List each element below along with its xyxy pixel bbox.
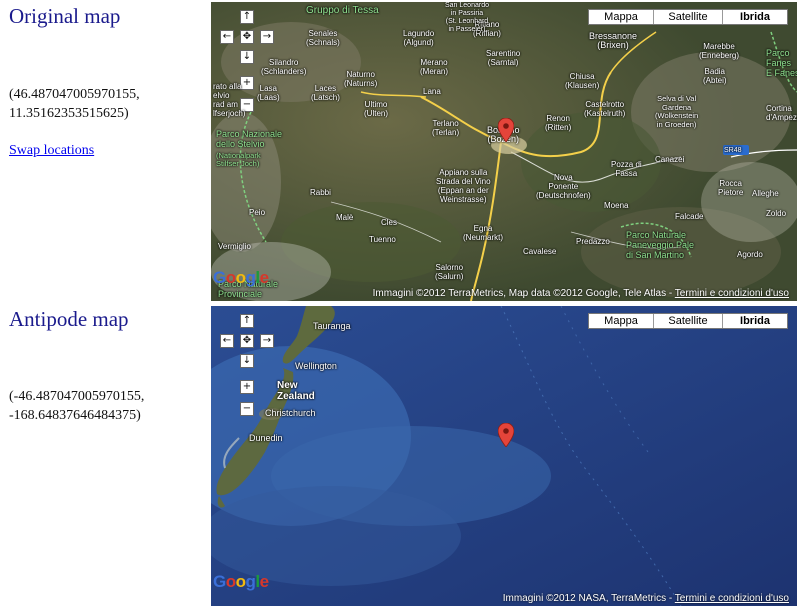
map-label: Predazzo bbox=[576, 237, 610, 246]
map-label: Senales (Schnals) bbox=[306, 29, 340, 47]
zoom-out-button[interactable]: − bbox=[240, 402, 254, 416]
map-label: Egna (Neumarkt) bbox=[463, 224, 504, 242]
map-label: Christchurch bbox=[265, 408, 316, 418]
map-label: Naturno (Naturns) bbox=[344, 70, 378, 88]
map-label: Gruppo di Tessa bbox=[306, 5, 379, 16]
map-label: Salorno (Salurn) bbox=[435, 263, 464, 281]
map-label: Lana bbox=[423, 87, 441, 96]
map-label: Bressanone (Brixen) bbox=[589, 31, 638, 50]
original-map-title: Original map bbox=[9, 4, 121, 28]
map-type-mappa[interactable]: Mappa bbox=[589, 314, 653, 328]
pan-down-button[interactable]: ↓ bbox=[240, 50, 254, 64]
map-label: Lagundo (Algund) bbox=[403, 29, 435, 47]
map-type-satellite[interactable]: Satellite bbox=[653, 314, 722, 328]
map-label: Merano (Meran) bbox=[420, 58, 449, 76]
map-type-mappa[interactable]: Mappa bbox=[589, 10, 653, 24]
map-attribution: Immagini ©2012 TerraMetrics, Map data ©2… bbox=[372, 288, 789, 299]
map-type-satellite[interactable]: Satellite bbox=[653, 10, 722, 24]
google-logo[interactable]: Google bbox=[213, 572, 269, 592]
map-label: Badia (Abtei) bbox=[703, 67, 727, 85]
map-label: Tauranga bbox=[313, 321, 351, 331]
map-label: Ultimo (Ulten) bbox=[364, 100, 389, 118]
google-logo[interactable]: Google bbox=[213, 268, 269, 288]
pan-left-button[interactable]: ← bbox=[220, 30, 234, 44]
map-label: Falcade bbox=[675, 212, 704, 221]
map-label: Vermiglio bbox=[218, 242, 251, 251]
map-label: Selva di Val Gardena (Wolkenstein in Gro… bbox=[655, 94, 699, 129]
map-label: Zoldo bbox=[766, 209, 787, 218]
map-label: Alleghe bbox=[752, 189, 779, 198]
map-label: San Leonardo in Passiria (St. Leonhard i… bbox=[445, 2, 489, 33]
pan-right-button[interactable]: → bbox=[260, 30, 274, 44]
map-label: Malè bbox=[336, 213, 354, 222]
map-label: Canazei bbox=[655, 155, 685, 164]
map-label: Wellington bbox=[295, 361, 337, 371]
map-label: Lasa (Laas) bbox=[257, 84, 280, 102]
map-label: Terlano (Terlan) bbox=[432, 119, 460, 137]
map-label: Moena bbox=[604, 201, 629, 210]
map-label: New Zealand bbox=[277, 380, 315, 402]
swap-locations-link[interactable]: Swap locations bbox=[9, 143, 94, 158]
antipode-panel: Antipode map (-46.487047005970155, -168.… bbox=[9, 306, 204, 425]
map-label: Cles bbox=[381, 218, 398, 227]
location-marker-icon[interactable] bbox=[498, 118, 514, 142]
original-map[interactable]: ↑ ← ✥ → ↓ + − Mappa Satellite Ibrida Gru… bbox=[211, 2, 797, 301]
map-label: Rabbi bbox=[310, 188, 331, 197]
map-label: Parco Nazionale dello Stelvio bbox=[216, 129, 283, 149]
map-label: Parco Naturale Paneveggio Pale di San Ma… bbox=[626, 230, 695, 260]
terms-link[interactable]: Termini e condizioni d'uso bbox=[675, 593, 789, 604]
location-marker-icon[interactable] bbox=[498, 423, 514, 447]
pan-center-button[interactable]: ✥ bbox=[240, 30, 254, 44]
map-label: rato alla elvio rad am lfserjoch) bbox=[213, 82, 246, 118]
map-label: Parco Fanes E Fanes bbox=[766, 48, 797, 78]
antipode-map-title: Antipode map bbox=[9, 307, 129, 331]
zoom-in-button[interactable]: + bbox=[240, 380, 254, 394]
map-label: Nova Ponente (Deutschnofen) bbox=[536, 173, 591, 200]
map-type-selector: Mappa Satellite Ibrida bbox=[588, 9, 788, 25]
map-type-ibrida[interactable]: Ibrida bbox=[722, 10, 787, 24]
map-label: Laces (Latsch) bbox=[311, 84, 340, 102]
pan-right-button[interactable]: → bbox=[260, 334, 274, 348]
map-label: Silandro (Schlanders) bbox=[261, 58, 307, 76]
map-label: Agordo bbox=[737, 250, 763, 259]
antipode-map-imagery bbox=[211, 306, 797, 606]
map-label: (Nationalpark Stilfser Joch) bbox=[216, 151, 261, 168]
map-label: Tuenno bbox=[369, 235, 396, 244]
pan-left-button[interactable]: ← bbox=[220, 334, 234, 348]
pan-up-button[interactable]: ↑ bbox=[240, 314, 254, 328]
map-label: Pozza di Fassa bbox=[611, 160, 642, 178]
map-label: Dunedin bbox=[249, 433, 283, 443]
map-label: Cavalese bbox=[523, 247, 557, 256]
pan-center-button[interactable]: ✥ bbox=[240, 334, 254, 348]
pan-down-button[interactable]: ↓ bbox=[240, 354, 254, 368]
map-label: SR48 bbox=[724, 147, 742, 154]
map-label: Marebbe (Enneberg) bbox=[699, 42, 740, 60]
map-label: Rocca Pietore bbox=[718, 179, 744, 197]
antipode-map[interactable]: ↑ ← ✥ → ↓ + − Mappa Satellite Ibrida Tau… bbox=[211, 306, 797, 606]
original-coords: (46.487047005970155, 11.35162353515625) bbox=[9, 87, 140, 121]
map-label: Chiusa (Klausen) bbox=[565, 72, 600, 90]
pan-up-button[interactable]: ↑ bbox=[240, 10, 254, 24]
map-type-selector: Mappa Satellite Ibrida bbox=[588, 313, 788, 329]
map-label: Appiano sulla Strada del Vino (Eppan an … bbox=[436, 168, 491, 204]
map-label: Peio bbox=[249, 208, 266, 217]
map-label: Cortina d'Ampezz bbox=[766, 104, 797, 122]
antipode-coords: (-46.487047005970155, -168.6483764648437… bbox=[9, 389, 145, 423]
original-panel: Original map (46.487047005970155, 11.351… bbox=[9, 3, 204, 159]
map-label: Renon (Ritten) bbox=[545, 114, 572, 132]
map-label: Castelrotto (Kastelruth) bbox=[584, 100, 626, 118]
terms-link[interactable]: Termini e condizioni d'uso bbox=[675, 288, 789, 299]
map-attribution: Immagini ©2012 NASA, TerraMetrics - Term… bbox=[502, 593, 789, 604]
map-label: Sarentino (Sarntal) bbox=[486, 49, 521, 67]
map-type-ibrida[interactable]: Ibrida bbox=[722, 314, 787, 328]
